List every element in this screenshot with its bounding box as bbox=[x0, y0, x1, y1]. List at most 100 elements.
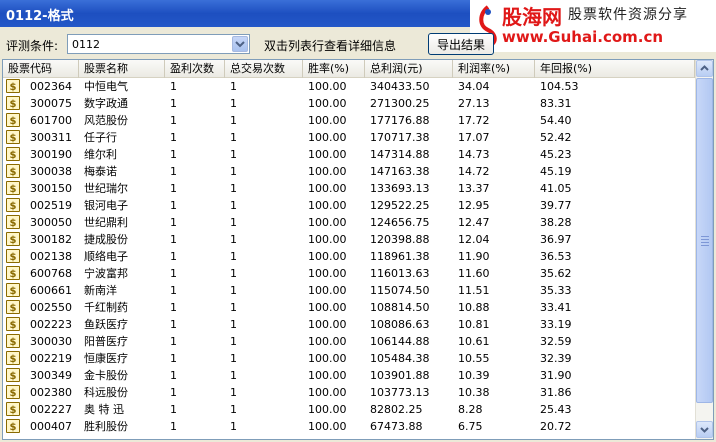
cell-trades: 1 bbox=[230, 199, 237, 212]
table-row[interactable]: $300182 捷成股份 1 1 100.00 120398.88 12.04 36.97 bbox=[3, 231, 695, 248]
cell-wins: 1 bbox=[170, 335, 177, 348]
cell-annual-return: 35.62 bbox=[540, 267, 572, 280]
cell-wins: 1 bbox=[170, 284, 177, 297]
table-row[interactable]: $300050 世纪鼎利 1 1 100.00 124656.75 12.47 38.28 bbox=[3, 214, 695, 231]
cell-winrate: 100.00 bbox=[308, 386, 347, 399]
cell-profit-rate: 10.39 bbox=[458, 369, 490, 382]
svg-text:$: $ bbox=[10, 252, 17, 262]
column-header-profit-rate[interactable]: 利润率(%) bbox=[453, 60, 535, 78]
chevron-up-icon bbox=[700, 65, 709, 71]
table-row[interactable]: $300075 数字政通 1 1 100.00 271300.25 27.13 83.31 bbox=[3, 95, 695, 112]
cell-profit-rate: 34.04 bbox=[458, 80, 490, 93]
table-row[interactable]: $300150 世纪瑞尔 1 1 100.00 133693.13 13.37 41.05 bbox=[3, 180, 695, 197]
table-row[interactable]: $002364 中恒电气 1 1 100.00 340433.50 34.04 104.53 bbox=[3, 78, 695, 95]
dollar-coin-icon: $ bbox=[6, 402, 20, 416]
table-row[interactable]: $002380 科远股份 1 1 100.00 103773.13 10.38 31.86 bbox=[3, 384, 695, 401]
cell-code: 002550 bbox=[30, 301, 72, 314]
dollar-coin-icon: $ bbox=[6, 164, 20, 178]
export-button[interactable]: 导出结果 bbox=[428, 33, 494, 55]
cell-code: 300311 bbox=[30, 131, 72, 144]
svg-text:$: $ bbox=[10, 388, 17, 398]
table-row[interactable]: $300311 任子行 1 1 100.00 170717.38 17.07 52.42 bbox=[3, 129, 695, 146]
table-row[interactable]: $002223 鱼跃医疗 1 1 100.00 108086.63 10.81 33.19 bbox=[3, 316, 695, 333]
cell-profit: 170717.38 bbox=[370, 131, 430, 144]
cell-wins: 1 bbox=[170, 199, 177, 212]
filter-value: 0112 bbox=[72, 38, 100, 51]
table-row[interactable]: $601700 风范股份 1 1 100.00 177176.88 17.72 54.40 bbox=[3, 112, 695, 129]
table-row[interactable]: $300038 梅泰诺 1 1 100.00 147163.38 14.72 45.19 bbox=[3, 163, 695, 180]
svg-text:$: $ bbox=[10, 405, 17, 415]
cell-trades: 1 bbox=[230, 131, 237, 144]
cell-name: 奥 特 迅 bbox=[84, 403, 124, 416]
table-row[interactable]: $600661 新南洋 1 1 100.00 115074.50 11.51 35.33 bbox=[3, 282, 695, 299]
table-row[interactable]: $300190 维尔利 1 1 100.00 147314.88 14.73 45.23 bbox=[3, 146, 695, 163]
cell-name: 科远股份 bbox=[84, 386, 128, 399]
dollar-coin-icon: $ bbox=[6, 419, 20, 433]
cell-winrate: 100.00 bbox=[308, 403, 347, 416]
column-header-code[interactable]: 股票代码 bbox=[3, 60, 79, 78]
table-row[interactable]: $300349 金卡股份 1 1 100.00 103901.88 10.39 31.90 bbox=[3, 367, 695, 384]
cell-code: 002138 bbox=[30, 250, 72, 263]
cell-profit-rate: 14.73 bbox=[458, 148, 490, 161]
cell-trades: 1 bbox=[230, 114, 237, 127]
chevron-down-icon[interactable] bbox=[232, 36, 248, 52]
filter-select[interactable]: 0112 bbox=[67, 34, 250, 54]
scroll-down-button[interactable] bbox=[696, 421, 713, 438]
column-header-name[interactable]: 股票名称 bbox=[79, 60, 165, 78]
column-header-winrate[interactable]: 胜率(%) bbox=[303, 60, 365, 78]
column-header-wins[interactable]: 盈利次数 bbox=[165, 60, 225, 78]
svg-text:$: $ bbox=[10, 320, 17, 330]
cell-profit: 116013.63 bbox=[370, 267, 430, 280]
thumb-grip bbox=[701, 242, 709, 243]
cell-trades: 1 bbox=[230, 284, 237, 297]
svg-text:$: $ bbox=[10, 371, 17, 381]
cell-name: 维尔利 bbox=[84, 148, 117, 161]
cell-name: 胜利股份 bbox=[84, 420, 128, 433]
table-row[interactable]: $002138 顺络电子 1 1 100.00 118961.38 11.90 36.53 bbox=[3, 248, 695, 265]
column-header-trades[interactable]: 总交易次数 bbox=[225, 60, 303, 78]
scroll-thumb[interactable] bbox=[696, 78, 713, 403]
table-row[interactable]: $002227 奥 特 迅 1 1 100.00 82802.25 8.28 25.43 bbox=[3, 401, 695, 418]
cell-wins: 1 bbox=[170, 386, 177, 399]
cell-wins: 1 bbox=[170, 318, 177, 331]
table-row[interactable]: $002219 恒康医疗 1 1 100.00 105484.38 10.55 32.39 bbox=[3, 350, 695, 367]
cell-profit: 120398.88 bbox=[370, 233, 430, 246]
dollar-coin-icon: $ bbox=[6, 317, 20, 331]
svg-text:$: $ bbox=[10, 337, 17, 347]
cell-name: 数字政通 bbox=[84, 97, 128, 110]
cell-code: 300182 bbox=[30, 233, 72, 246]
cell-wins: 1 bbox=[170, 267, 177, 280]
cell-winrate: 100.00 bbox=[308, 250, 347, 263]
cell-name: 宁波富邦 bbox=[84, 267, 128, 280]
cell-annual-return: 38.28 bbox=[540, 216, 572, 229]
table-row[interactable]: $002550 千红制药 1 1 100.00 108814.50 10.88 33.41 bbox=[3, 299, 695, 316]
dollar-coin-icon: $ bbox=[6, 249, 20, 263]
results-table[interactable]: 股票代码 股票名称 盈利次数 总交易次数 胜率(%) 总利润(元) 利润率(%)… bbox=[2, 59, 714, 440]
cell-code: 300038 bbox=[30, 165, 72, 178]
table-row[interactable]: $002519 银河电子 1 1 100.00 129522.25 12.95 39.77 bbox=[3, 197, 695, 214]
column-header-profit[interactable]: 总利润(元) bbox=[365, 60, 453, 78]
cell-profit-rate: 10.38 bbox=[458, 386, 490, 399]
cell-name: 金卡股份 bbox=[84, 369, 128, 382]
cell-profit: 105484.38 bbox=[370, 352, 430, 365]
cell-profit-rate: 12.47 bbox=[458, 216, 490, 229]
cell-trades: 1 bbox=[230, 267, 237, 280]
cell-wins: 1 bbox=[170, 420, 177, 433]
column-header-annual-return[interactable]: 年回报(%) bbox=[535, 60, 695, 78]
svg-text:$: $ bbox=[10, 82, 17, 92]
scroll-up-button[interactable] bbox=[696, 60, 713, 77]
table-row[interactable]: $000407 胜利股份 1 1 100.00 67473.88 6.75 20.72 bbox=[3, 418, 695, 435]
cell-annual-return: 35.33 bbox=[540, 284, 572, 297]
dollar-coin-icon: $ bbox=[6, 147, 20, 161]
table-row[interactable]: $300030 阳普医疗 1 1 100.00 106144.88 10.61 32.59 bbox=[3, 333, 695, 350]
cell-winrate: 100.00 bbox=[308, 165, 347, 178]
cell-trades: 1 bbox=[230, 250, 237, 263]
cell-trades: 1 bbox=[230, 335, 237, 348]
vertical-scrollbar[interactable] bbox=[695, 60, 713, 439]
cell-profit-rate: 8.28 bbox=[458, 403, 483, 416]
cell-profit: 124656.75 bbox=[370, 216, 430, 229]
cell-profit: 115074.50 bbox=[370, 284, 430, 297]
table-row[interactable]: $600768 宁波富邦 1 1 100.00 116013.63 11.60 35.62 bbox=[3, 265, 695, 282]
dollar-coin-icon: $ bbox=[6, 96, 20, 110]
cell-wins: 1 bbox=[170, 80, 177, 93]
